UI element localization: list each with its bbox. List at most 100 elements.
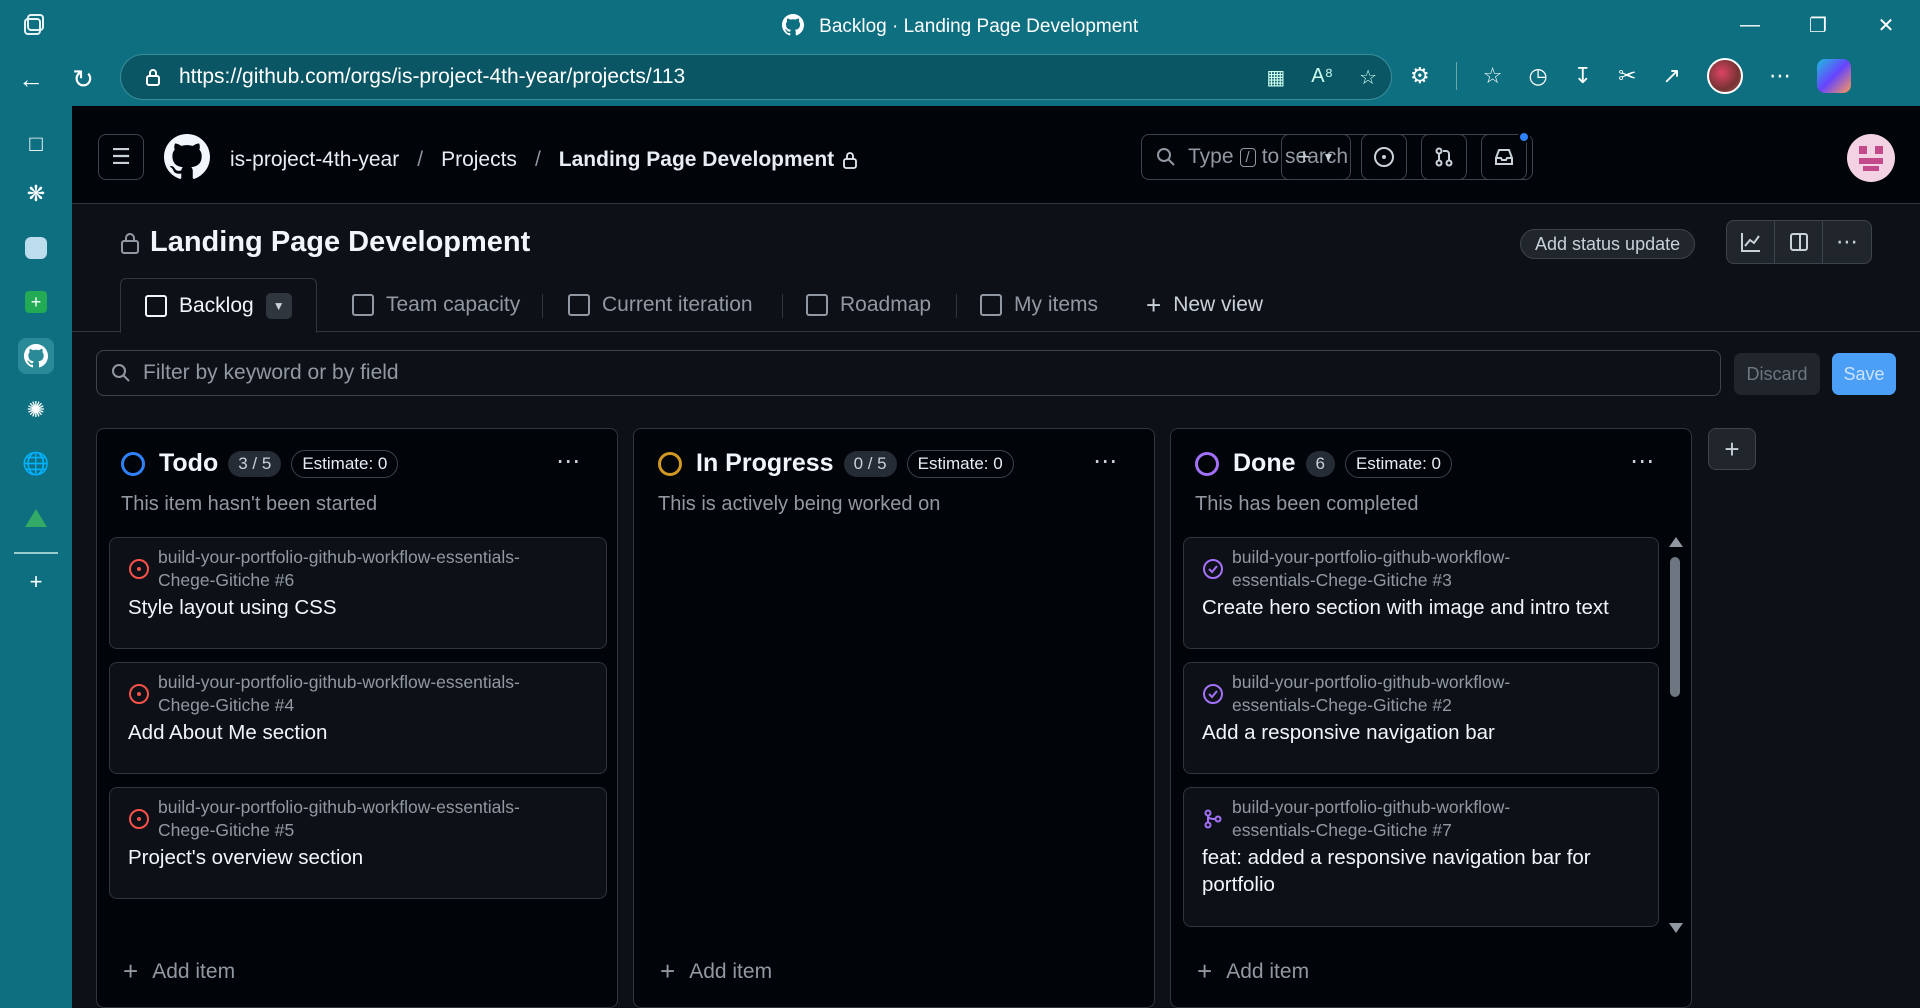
column-more-icon[interactable]: ⋯ bbox=[1630, 447, 1655, 476]
chevron-down-icon[interactable]: ▼ bbox=[265, 292, 292, 319]
extensions-icon[interactable]: ⚙ bbox=[1410, 63, 1430, 89]
card-title[interactable]: Style layout using CSS bbox=[128, 594, 568, 621]
column-scrollbar[interactable] bbox=[1667, 535, 1683, 935]
add-item-button[interactable]: + Add item bbox=[1197, 956, 1309, 987]
scroll-down-icon[interactable] bbox=[1669, 923, 1683, 933]
create-new-button[interactable]: + ▼ bbox=[1281, 134, 1351, 180]
filter-input[interactable]: Filter by keyword or by field bbox=[96, 350, 1721, 396]
card-repo[interactable]: build-your-portfolio-github-workflow-ess… bbox=[158, 546, 578, 592]
card-title[interactable]: Project's overview section bbox=[128, 844, 568, 871]
downloads-icon[interactable]: ↧ bbox=[1574, 63, 1592, 89]
card-repo[interactable]: build-your-portfolio-github-workflow-ess… bbox=[158, 796, 578, 842]
screenshot-icon[interactable]: ✂ bbox=[1618, 63, 1636, 89]
copilot-icon[interactable] bbox=[1816, 59, 1851, 93]
tab-label: Current iteration bbox=[602, 293, 753, 316]
save-button[interactable]: Save bbox=[1832, 353, 1896, 395]
card[interactable]: build-your-portfolio-github-workflow-ess… bbox=[1183, 787, 1659, 927]
card-title[interactable]: Add About Me section bbox=[128, 719, 568, 746]
more-icon[interactable]: ⋯ bbox=[1769, 63, 1791, 89]
read-aloud-icon[interactable]: A⁸ bbox=[1311, 65, 1333, 90]
issue-opened-icon bbox=[129, 559, 149, 579]
column-name: Done bbox=[1233, 449, 1296, 477]
issues-button[interactable] bbox=[1361, 134, 1407, 180]
plus-icon: + bbox=[1197, 956, 1213, 986]
card-title[interactable]: feat: added a responsive navigation bar … bbox=[1202, 844, 1642, 898]
window-title-text: Backlog · Landing Page Development bbox=[819, 16, 1139, 37]
add-item-button[interactable]: + Add item bbox=[123, 956, 235, 987]
notification-dot bbox=[1518, 131, 1530, 143]
card-repo[interactable]: build-your-portfolio-github-workflow-ess… bbox=[158, 671, 578, 717]
scroll-up-icon[interactable] bbox=[1669, 537, 1683, 547]
add-sidebar-app-icon[interactable]: + bbox=[18, 564, 54, 600]
tab-team-capacity[interactable]: Team capacity bbox=[352, 278, 520, 332]
tab-backlog[interactable]: Backlog ▼ bbox=[120, 278, 317, 333]
card-repo[interactable]: build-your-portfolio-github-workflow-ess… bbox=[1232, 796, 1652, 842]
github-logo-icon[interactable] bbox=[164, 134, 210, 180]
profile-avatar[interactable] bbox=[1706, 58, 1743, 94]
column-more-icon[interactable]: ⋯ bbox=[556, 447, 581, 476]
history-icon[interactable]: ◷ bbox=[1528, 63, 1547, 89]
add-status-update-button[interactable]: Add status update bbox=[1520, 229, 1696, 259]
discard-button[interactable]: Discard bbox=[1734, 353, 1820, 395]
breadcrumb-org[interactable]: is-project-4th-year bbox=[230, 148, 399, 172]
breadcrumb-projects[interactable]: Projects bbox=[441, 148, 517, 172]
refresh-icon[interactable]: ↻ bbox=[66, 62, 100, 96]
insights-icon[interactable] bbox=[1727, 221, 1775, 263]
board-icon bbox=[145, 294, 167, 317]
minimize-icon[interactable]: — bbox=[1716, 0, 1784, 50]
address-bar[interactable]: https://github.com/orgs/is-project-4th-y… bbox=[120, 54, 1392, 100]
card-title[interactable]: Add a responsive navigation bar bbox=[1202, 719, 1642, 746]
globe-icon[interactable]: 🌐 bbox=[18, 446, 54, 482]
url-text[interactable]: https://github.com/orgs/is-project-4th-y… bbox=[179, 65, 685, 89]
card[interactable]: build-your-portfolio-github-workflow-ess… bbox=[109, 662, 607, 774]
search-icon bbox=[112, 364, 130, 382]
vertical-tabs-icon[interactable]: □ bbox=[18, 126, 54, 162]
more-options-icon[interactable]: ⋯ bbox=[1823, 221, 1871, 263]
filter-placeholder: Filter by keyword or by field bbox=[143, 361, 399, 384]
card[interactable]: build-your-portfolio-github-workflow-ess… bbox=[1183, 537, 1659, 649]
tab-current-iteration[interactable]: Current iteration bbox=[568, 278, 753, 332]
copilot-sidebar-icon[interactable]: ❋ bbox=[18, 176, 54, 212]
card[interactable]: build-your-portfolio-github-workflow-ess… bbox=[1183, 662, 1659, 774]
card[interactable]: build-your-portfolio-github-workflow-ess… bbox=[109, 787, 607, 899]
side-panel-icon[interactable] bbox=[1775, 221, 1823, 263]
add-column-button[interactable]: + bbox=[1708, 428, 1756, 470]
roadmap-icon bbox=[806, 294, 828, 316]
pull-requests-button[interactable] bbox=[1421, 134, 1467, 180]
table-icon bbox=[352, 294, 374, 316]
restore-icon[interactable]: ❐ bbox=[1784, 0, 1852, 50]
column-todo: Todo 3 / 5 Estimate: 0 ⋯ This item hasn'… bbox=[96, 428, 618, 1008]
project-title: Landing Page Development bbox=[150, 226, 531, 258]
github-sidebar-icon[interactable] bbox=[18, 338, 54, 374]
chatgpt-icon[interactable]: ✺ bbox=[18, 392, 54, 428]
app-icon[interactable] bbox=[18, 230, 54, 266]
card-title[interactable]: Create hero section with image and intro… bbox=[1202, 594, 1642, 621]
inbox-button[interactable] bbox=[1481, 131, 1530, 180]
project-tools: ⋯ bbox=[1726, 220, 1872, 264]
card-repo[interactable]: build-your-portfolio-github-workflow-ess… bbox=[1232, 671, 1652, 717]
column-more-icon[interactable]: ⋯ bbox=[1093, 447, 1118, 476]
scroll-thumb[interactable] bbox=[1670, 557, 1680, 697]
card[interactable]: build-your-portfolio-github-workflow-ess… bbox=[109, 537, 607, 649]
sheets-icon[interactable]: + bbox=[18, 284, 54, 320]
column-estimate: Estimate: 0 bbox=[291, 449, 399, 478]
menu-icon[interactable]: ☰ bbox=[98, 134, 144, 180]
favorites-icon[interactable]: ☆ bbox=[1483, 63, 1503, 89]
user-avatar[interactable] bbox=[1847, 134, 1895, 182]
column-done: Done 6 Estimate: 0 ⋯ This has been compl… bbox=[1170, 428, 1692, 1008]
breadcrumb-project[interactable]: Landing Page Development bbox=[559, 148, 834, 172]
share-icon[interactable]: ↗ bbox=[1663, 63, 1681, 89]
back-icon[interactable]: ← bbox=[14, 62, 48, 96]
add-item-label: Add item bbox=[1226, 959, 1310, 983]
tab-roadmap[interactable]: Roadmap bbox=[806, 278, 931, 332]
add-item-button[interactable]: + Add item bbox=[660, 956, 772, 987]
tab-divider bbox=[542, 294, 543, 318]
favorite-star-icon[interactable]: ☆ bbox=[1359, 65, 1377, 90]
app-available-icon[interactable]: ▦ bbox=[1266, 65, 1285, 90]
card-repo[interactable]: build-your-portfolio-github-workflow-ess… bbox=[1232, 546, 1652, 592]
browser-actions: ⚙ ☆ ◷ ↧ ✂ ↗ ⋯ bbox=[1410, 58, 1851, 94]
drive-icon[interactable] bbox=[18, 500, 54, 536]
tab-my-items[interactable]: My items bbox=[980, 278, 1098, 332]
close-icon[interactable]: ✕ bbox=[1852, 0, 1920, 50]
tab-new-view[interactable]: + New view bbox=[1146, 278, 1263, 332]
